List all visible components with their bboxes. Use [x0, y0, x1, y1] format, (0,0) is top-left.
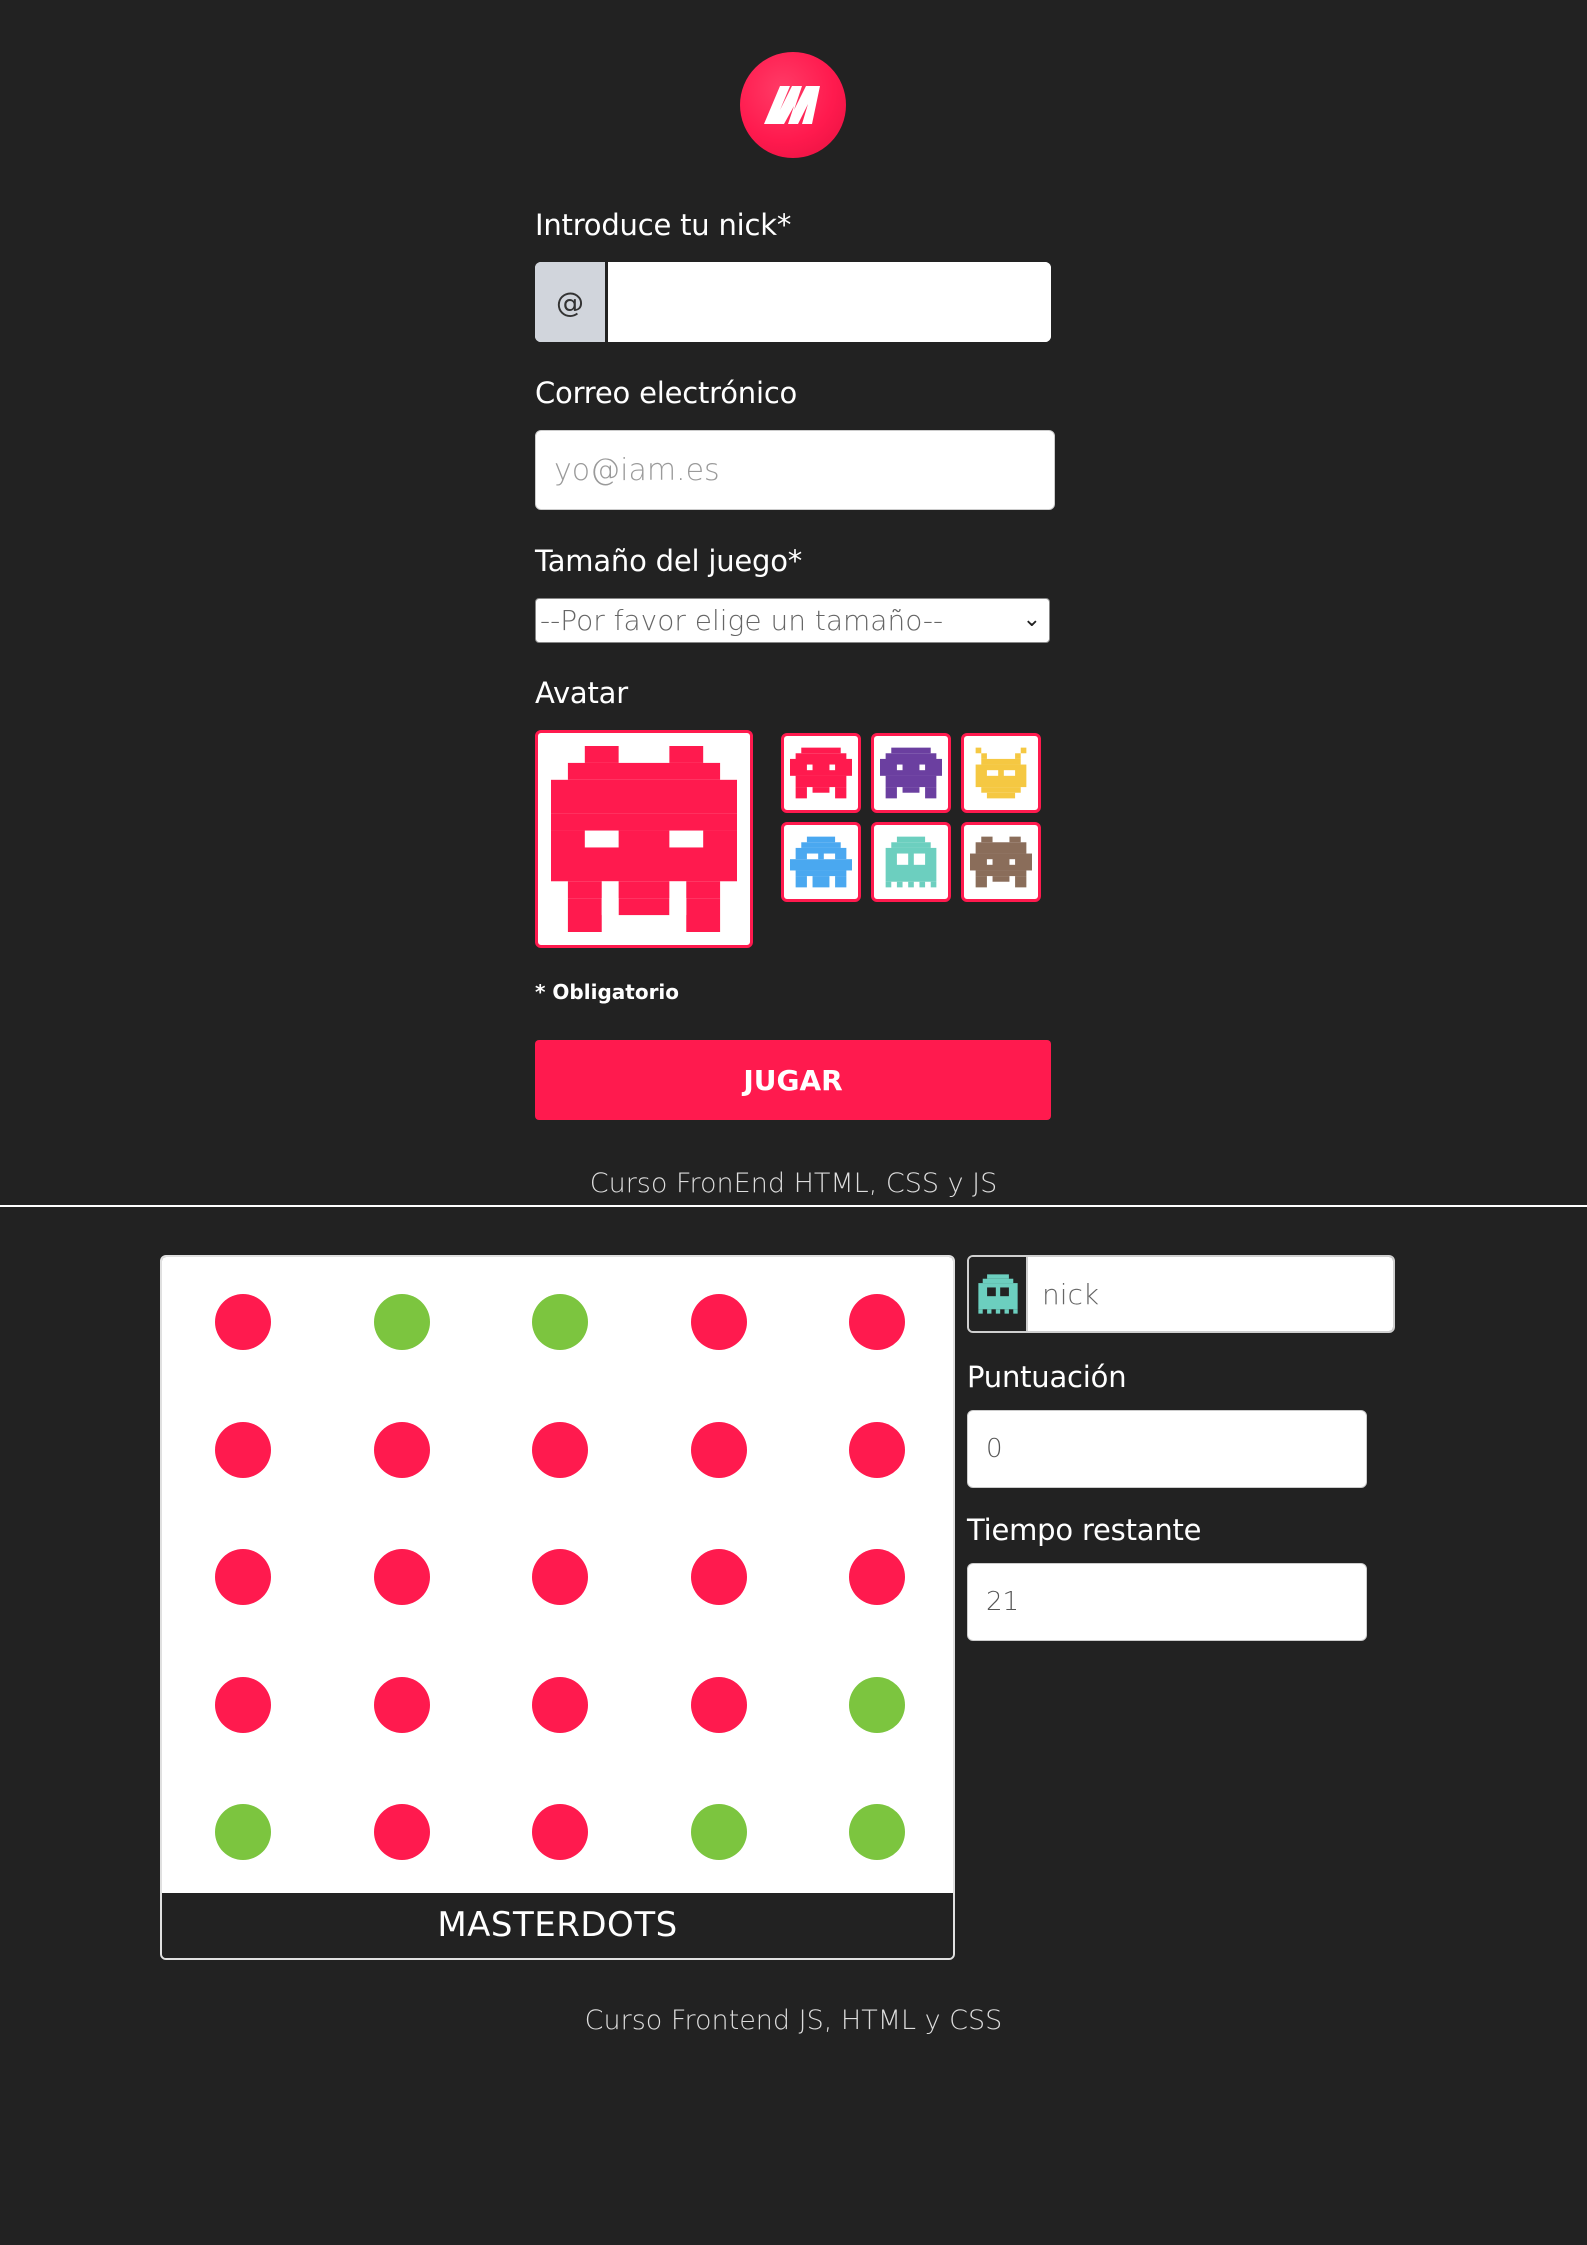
teal-ghost-icon — [977, 1274, 1018, 1314]
email-input[interactable] — [535, 430, 1055, 510]
nick-input[interactable] — [608, 262, 1051, 342]
dot-green[interactable] — [690, 1804, 747, 1860]
avatar-label: Avatar — [535, 676, 628, 710]
dot-red[interactable] — [215, 1421, 271, 1478]
red-invader-icon — [551, 746, 737, 932]
dot-red[interactable] — [215, 1549, 271, 1605]
avatar-option-brown[interactable] — [961, 822, 1041, 902]
avatar-option-purple[interactable] — [871, 733, 951, 813]
red-invader-icon — [790, 747, 852, 799]
dot-green[interactable] — [849, 1676, 905, 1733]
dot-red[interactable] — [532, 1676, 588, 1733]
dot-red[interactable] — [215, 1676, 271, 1733]
dot-red[interactable] — [373, 1804, 430, 1860]
time-label: Tiempo restante — [967, 1513, 1202, 1547]
dot-red[interactable] — [690, 1676, 747, 1733]
avatar-option-yellow[interactable] — [961, 733, 1041, 813]
dot-red[interactable] — [849, 1549, 905, 1605]
dot-red[interactable] — [690, 1549, 747, 1605]
avatar-option-blue[interactable] — [781, 822, 861, 902]
size-select-value: --Por favor elige un tamaño-- — [540, 604, 944, 637]
footer-top-text: Curso FronEnd HTML, CSS y JS — [589, 1168, 998, 1199]
logo — [740, 52, 846, 158]
purple-invader-icon — [880, 747, 942, 799]
logo-mark-icon — [764, 86, 820, 124]
nick-input-group: @ — [535, 262, 1051, 342]
dot-red[interactable] — [849, 1421, 905, 1478]
at-addon: @ — [535, 262, 608, 342]
teal-ghost-icon — [885, 836, 937, 888]
player-avatar — [969, 1257, 1028, 1331]
section-divider — [0, 1205, 1587, 1207]
brown-crab-icon — [970, 836, 1032, 888]
chevron-down-icon: ⌄ — [1022, 607, 1041, 632]
size-label: Tamaño del juego* — [535, 544, 803, 578]
footer-bottom-text: Curso Frontend JS, HTML y CSS — [584, 2005, 1003, 2036]
dot-red[interactable] — [532, 1804, 588, 1860]
dot-green[interactable] — [532, 1294, 588, 1350]
play-button[interactable]: JUGAR — [535, 1040, 1051, 1120]
email-label: Correo electrónico — [535, 376, 798, 410]
player-info-group — [967, 1255, 1395, 1333]
size-select[interactable]: --Por favor elige un tamaño-- ⌄ — [535, 598, 1050, 643]
dot-red[interactable] — [373, 1676, 430, 1733]
score-label: Puntuación — [967, 1360, 1127, 1394]
blue-squid-icon — [790, 836, 852, 888]
dot-red[interactable] — [532, 1421, 588, 1478]
game-board: MASTERDOTS — [160, 1255, 955, 1960]
time-remaining-field[interactable] — [967, 1563, 1367, 1641]
dot-red[interactable] — [215, 1294, 271, 1350]
dots-panel — [162, 1257, 953, 1893]
dot-red[interactable] — [532, 1549, 588, 1605]
yellow-bug-icon — [975, 747, 1027, 799]
player-nick-field[interactable] — [1028, 1257, 1393, 1331]
nick-label: Introduce tu nick* — [535, 208, 792, 242]
dot-red[interactable] — [690, 1294, 747, 1350]
avatar-option-red[interactable] — [781, 733, 861, 813]
dot-red[interactable] — [690, 1421, 747, 1478]
required-note: * Obligatorio — [535, 980, 680, 1004]
dot-red[interactable] — [373, 1549, 430, 1605]
game-title: MASTERDOTS — [162, 1893, 953, 1958]
dot-green[interactable] — [373, 1294, 430, 1350]
score-field[interactable] — [967, 1410, 1367, 1488]
dot-red[interactable] — [373, 1421, 430, 1478]
dot-red[interactable] — [849, 1294, 905, 1350]
selected-avatar — [535, 730, 753, 948]
avatar-option-teal[interactable] — [871, 822, 951, 902]
dot-green[interactable] — [849, 1804, 905, 1860]
dot-green[interactable] — [215, 1804, 271, 1860]
